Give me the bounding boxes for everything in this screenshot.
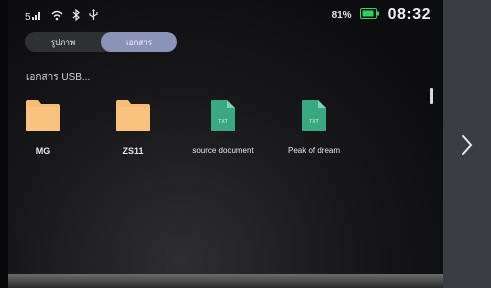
usb-icon	[89, 8, 98, 26]
next-page-button[interactable]	[457, 130, 477, 160]
wifi-icon	[51, 8, 63, 26]
status-right: 81% 08:32	[332, 6, 431, 24]
folder-item[interactable]: ZS11	[93, 99, 173, 156]
left-bezel	[0, 0, 8, 288]
file-badge: TXT	[309, 119, 318, 125]
bluetooth-icon	[72, 8, 80, 26]
file-item[interactable]: TXT source document	[183, 99, 263, 155]
battery-icon	[359, 6, 380, 24]
signal-icon: 5	[25, 8, 42, 26]
media-type-tabs: รูปภาพ เอกสาร	[25, 32, 177, 52]
text-file-icon: TXT	[274, 99, 354, 137]
folder-icon	[93, 99, 173, 137]
status-icons: 5	[25, 8, 98, 26]
scrollbar[interactable]	[430, 88, 433, 104]
side-panel	[443, 0, 491, 288]
battery-percent: 81%	[331, 9, 352, 21]
tab-documents[interactable]: เอกสาร	[101, 32, 177, 52]
item-label: MG	[35, 146, 51, 156]
head-unit-screen: 5 81% 08:32 รูปภาพ เอกสาร เอกสาร USB... …	[8, 0, 443, 274]
item-label: Peak of dream	[287, 146, 341, 155]
item-label: source document	[192, 146, 254, 155]
clock: 08:32	[387, 6, 431, 23]
svg-text:5: 5	[25, 12, 31, 21]
folder-item[interactable]: MG	[8, 99, 83, 156]
section-title: เอกสาร USB...	[26, 72, 91, 83]
folder-icon	[8, 99, 83, 137]
tab-images[interactable]: รูปภาพ	[25, 32, 101, 52]
file-badge: TXT	[218, 119, 227, 125]
bottom-bezel	[8, 274, 443, 288]
item-label: ZS11	[122, 146, 144, 156]
file-item[interactable]: TXT Peak of dream	[274, 99, 354, 155]
text-file-icon: TXT	[183, 99, 263, 137]
chevron-right-icon	[462, 135, 473, 155]
